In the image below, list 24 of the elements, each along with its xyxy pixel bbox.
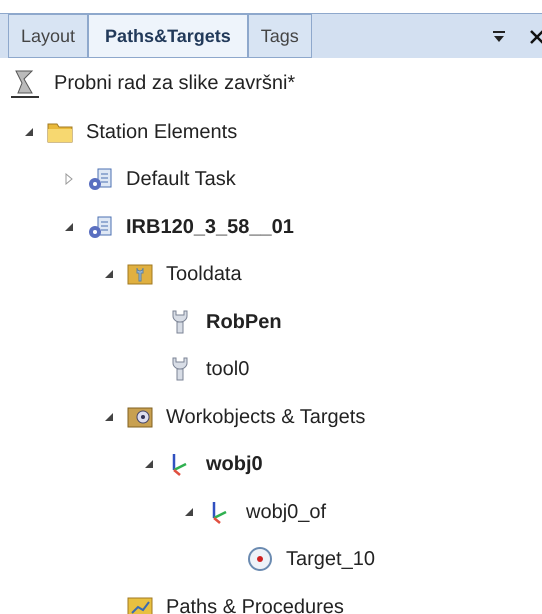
- expand-arrow-icon[interactable]: [64, 173, 74, 186]
- collapse-arrow-icon[interactable]: [104, 412, 114, 422]
- tree-item[interactable]: wobj0: [206, 449, 263, 480]
- collapse-arrow-icon[interactable]: [144, 459, 154, 470]
- tree-item[interactable]: RobPen: [206, 306, 282, 337]
- tab[interactable]: Layout: [8, 14, 88, 58]
- tree-item[interactable]: Target_10: [286, 544, 375, 574]
- target-icon: [246, 545, 274, 574]
- collapse-arrow-icon[interactable]: [64, 222, 74, 232]
- collapse-arrow-icon[interactable]: [24, 126, 34, 137]
- tree-item[interactable]: Default Task: [126, 164, 236, 194]
- tab[interactable]: Tags: [248, 14, 312, 58]
- tree-item[interactable]: tool0: [206, 354, 250, 384]
- tree-item[interactable]: Tooldata: [166, 259, 242, 290]
- tree-item[interactable]: wobj0_of: [246, 496, 326, 527]
- tree-item[interactable]: IRB120_3_58__01: [126, 212, 294, 242]
- station-title: Probni rad za slike završni*: [54, 71, 296, 96]
- collapse-arrow-icon[interactable]: [184, 506, 194, 517]
- tree-item[interactable]: Workobjects & Targets: [166, 402, 366, 432]
- tree-item[interactable]: Station Elements: [86, 116, 238, 147]
- close-icon[interactable]: [530, 30, 542, 44]
- tree-item[interactable]: Paths & Procedures: [166, 592, 344, 614]
- tab[interactable]: Paths&Targets: [88, 14, 248, 58]
- collapse-arrow-icon[interactable]: [104, 269, 114, 280]
